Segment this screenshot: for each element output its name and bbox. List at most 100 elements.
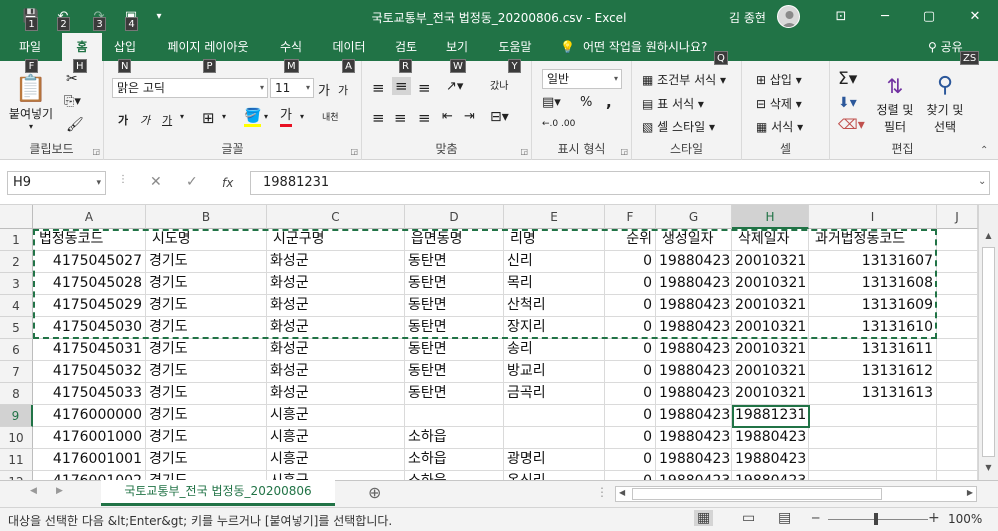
borders-icon[interactable]: ⊞ [202, 109, 215, 127]
ribbon-display-options-icon[interactable]: ⊡ [818, 0, 864, 33]
table-cell[interactable]: 0 [605, 449, 656, 471]
table-cell[interactable]: 경기도 [146, 449, 267, 471]
fill-icon[interactable]: ⬇▾ [838, 95, 857, 111]
table-cell[interactable]: 19880423 [732, 427, 809, 449]
table-cell[interactable] [937, 229, 978, 251]
table-cell[interactable]: 화성군 [267, 251, 405, 273]
copy-icon[interactable]: ⎘▾ [64, 94, 81, 109]
table-cell[interactable] [809, 427, 937, 449]
column-header-c[interactable]: C [267, 205, 405, 229]
table-cell[interactable]: 4175045033 [33, 383, 146, 405]
row-header[interactable]: 8 [0, 383, 33, 405]
row-header[interactable]: 3 [0, 273, 33, 295]
table-cell[interactable]: 경기도 [146, 317, 267, 339]
table-cell[interactable] [937, 383, 978, 405]
table-cell[interactable]: 19880423 [656, 471, 732, 480]
table-cell[interactable]: 0 [605, 361, 656, 383]
table-cell[interactable]: 과거법정동코드 [809, 229, 937, 251]
row-header[interactable]: 2 [0, 251, 33, 273]
vertical-scrollbar[interactable]: ▲ ▼ [978, 205, 998, 480]
table-cell[interactable]: 경기도 [146, 273, 267, 295]
table-cell[interactable] [937, 449, 978, 471]
comma-button[interactable]: , [606, 93, 612, 111]
zoom-out-button[interactable]: ─ [812, 511, 819, 525]
delete-cells-button[interactable]: ⊟ 삭제 ▾ [756, 95, 802, 112]
formula-input[interactable]: 19881231 [250, 171, 990, 195]
sort-filter-button[interactable]: ⇅ 정렬 및 필터 [870, 71, 920, 135]
increase-decimal-button[interactable]: ←.0 .00 [542, 119, 575, 129]
chevron-down-icon[interactable]: ▾ [264, 112, 268, 121]
table-cell[interactable]: 19880423 [656, 251, 732, 273]
user-name[interactable]: 김 종현 [729, 9, 766, 26]
column-header-f[interactable]: F [605, 205, 656, 229]
table-cell[interactable]: 리명 [504, 229, 605, 251]
row-header[interactable]: 7 [0, 361, 33, 383]
align-left-icon[interactable]: ≡ [372, 109, 385, 127]
table-cell[interactable] [504, 405, 605, 427]
alignment-launcher-icon[interactable]: ◲ [520, 147, 528, 156]
table-cell[interactable]: 19880423 [656, 295, 732, 317]
table-cell[interactable]: 19880423 [656, 273, 732, 295]
table-cell[interactable]: 13131612 [809, 361, 937, 383]
next-sheet-icon[interactable]: ▶ [56, 486, 63, 496]
row-header[interactable]: 12 [0, 471, 33, 480]
table-cell[interactable]: 13131610 [809, 317, 937, 339]
table-cell[interactable]: 4175045028 [33, 273, 146, 295]
table-cell[interactable]: 방교리 [504, 361, 605, 383]
table-cell[interactable]: 19880423 [732, 449, 809, 471]
clear-icon[interactable]: ⌫▾ [838, 117, 865, 133]
format-painter-icon[interactable]: 🖌 [66, 117, 84, 133]
table-cell[interactable]: 경기도 [146, 427, 267, 449]
insert-function-icon[interactable]: fx [222, 176, 233, 190]
tab-review[interactable]: 검토 [384, 33, 428, 61]
column-header-a[interactable]: A [33, 205, 146, 229]
zoom-slider-thumb[interactable] [874, 513, 878, 525]
table-cell[interactable]: 순위 [605, 229, 656, 251]
accounting-format-icon[interactable]: ▤▾ [542, 95, 561, 110]
table-cell[interactable]: 동탄면 [405, 273, 504, 295]
column-header-j[interactable]: J [937, 205, 978, 229]
increase-indent-icon[interactable]: ⇥ [464, 109, 475, 124]
table-cell[interactable]: 19880423 [656, 405, 732, 427]
find-select-button[interactable]: ⚲ 찾기 및 선택 [920, 71, 970, 135]
table-cell[interactable]: 경기도 [146, 339, 267, 361]
align-top-icon[interactable]: ≡ [372, 79, 385, 97]
decrease-font-size-button[interactable]: 가 [338, 82, 348, 98]
table-cell[interactable]: 0 [605, 317, 656, 339]
new-sheet-icon[interactable]: ⊕ [368, 483, 381, 502]
column-header-b[interactable]: B [146, 205, 267, 229]
table-cell[interactable]: 4175045027 [33, 251, 146, 273]
prev-sheet-icon[interactable]: ◀ [30, 486, 37, 496]
format-as-table-button[interactable]: ▤ 표 서식 ▾ [642, 95, 704, 112]
table-cell[interactable]: 19880423 [656, 339, 732, 361]
font-launcher-icon[interactable]: ◲ [350, 147, 358, 156]
table-cell[interactable]: 경기도 [146, 251, 267, 273]
table-cell[interactable]: 4176001000 [33, 427, 146, 449]
table-cell[interactable]: 0 [605, 273, 656, 295]
decrease-indent-icon[interactable]: ⇤ [442, 109, 453, 124]
table-cell[interactable]: 소하읍 [405, 471, 504, 480]
chevron-down-icon[interactable]: ▾ [180, 112, 184, 121]
table-cell[interactable]: 4176000000 [33, 405, 146, 427]
table-cell[interactable] [937, 295, 978, 317]
table-cell[interactable] [809, 405, 937, 427]
table-cell[interactable] [809, 471, 937, 480]
table-cell[interactable]: 목리 [504, 273, 605, 295]
table-cell[interactable]: 4175045031 [33, 339, 146, 361]
tab-view[interactable]: 보기 [436, 33, 478, 61]
clipboard-launcher-icon[interactable]: ◲ [92, 147, 100, 156]
table-cell[interactable] [937, 405, 978, 427]
name-box[interactable]: H9 ▾ [7, 171, 106, 195]
normal-view-icon[interactable]: ▦ [694, 510, 714, 526]
avatar[interactable] [777, 5, 800, 28]
align-right-icon[interactable]: ≡ [418, 109, 431, 127]
sheet-tab-active[interactable]: 국토교통부_전국 법정동_20200806 [101, 480, 335, 506]
font-name-select[interactable]: 맑은 고딕 ▾ [112, 78, 268, 98]
table-cell[interactable]: 시흥군 [267, 405, 405, 427]
table-cell[interactable]: 화성군 [267, 273, 405, 295]
minimize-button[interactable]: ─ [862, 0, 908, 33]
table-cell[interactable]: 경기도 [146, 471, 267, 480]
align-bottom-icon[interactable]: ≡ [418, 79, 431, 97]
column-header-e[interactable]: E [504, 205, 605, 229]
table-cell[interactable]: 0 [605, 339, 656, 361]
